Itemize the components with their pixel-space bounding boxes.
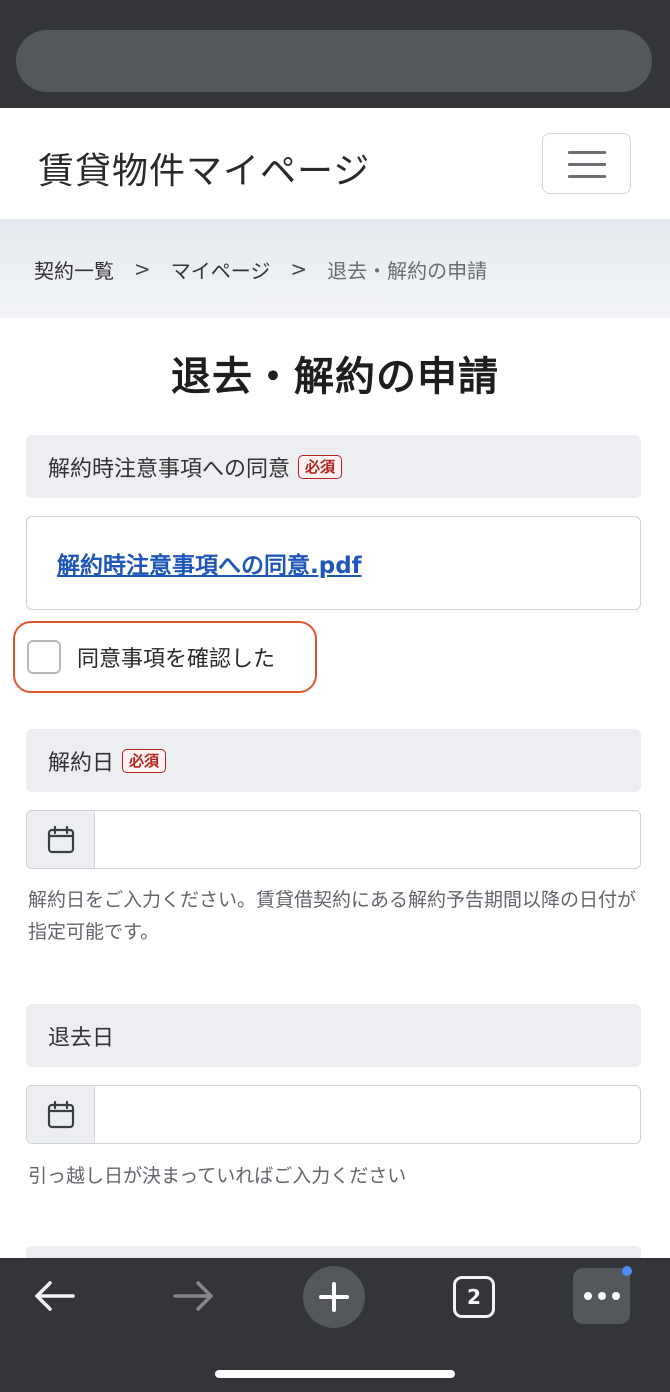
home-indicator[interactable] — [215, 1370, 455, 1378]
agreement-pdf-link[interactable]: 解約時注意事項への同意.pdf — [57, 546, 362, 580]
notification-dot — [622, 1266, 632, 1276]
breadcrumb-item-contract-list[interactable]: 契約一覧 — [34, 255, 114, 284]
breadcrumb-item-mypage[interactable]: マイページ — [171, 255, 271, 284]
hamburger-menu-button[interactable] — [542, 133, 631, 194]
back-arrow-icon — [35, 1281, 75, 1311]
cancel-date-section-label: 解約日 必須 — [26, 729, 641, 792]
move-out-date-input-group — [26, 1085, 641, 1144]
tab-switcher-button[interactable]: 2 — [453, 1276, 495, 1318]
agreement-pdf-box: 解約時注意事項への同意.pdf — [26, 516, 641, 610]
agreement-checkbox-label[interactable]: 同意事項を確認した — [77, 641, 275, 673]
forward-arrow-icon — [173, 1281, 213, 1311]
more-menu-icon — [583, 1292, 620, 1300]
back-button[interactable] — [26, 1274, 82, 1318]
more-menu-button[interactable] — [573, 1268, 630, 1324]
calendar-icon — [47, 825, 74, 853]
move-out-date-section-label: 退去日 — [26, 1004, 641, 1067]
breadcrumb: 契約一覧 > マイページ > 退去・解約の申請 — [0, 220, 670, 318]
agreement-label-text: 解約時注意事項への同意 — [48, 456, 291, 482]
agreement-checkbox-row[interactable]: 同意事項を確認した — [13, 621, 317, 693]
cancel-date-input[interactable] — [95, 811, 640, 868]
cancel-date-input-group — [26, 810, 641, 869]
cancel-date-help-text: 解約日をご入力ください。賃貸借契約にある解約予告期間以降の日付が指定可能です。 — [28, 889, 637, 943]
agreement-checkbox[interactable] — [27, 640, 61, 674]
agreement-section-label: 解約時注意事項への同意 必須 — [26, 435, 641, 498]
breadcrumb-separator: > — [134, 257, 151, 281]
move-out-date-label-text: 退去日 — [48, 1025, 115, 1051]
required-badge: 必須 — [122, 748, 167, 773]
page-title: 退去・解約の申請 — [171, 354, 499, 400]
required-badge: 必須 — [298, 454, 343, 479]
hamburger-menu-icon — [568, 163, 606, 166]
hamburger-menu-icon — [568, 151, 606, 154]
site-header: 賃貸物件マイページ — [0, 108, 670, 220]
browser-bottom-toolbar: 2 — [0, 1258, 670, 1392]
hamburger-menu-icon — [568, 175, 606, 178]
cancel-date-label-text: 解約日 — [48, 750, 115, 776]
site-title[interactable]: 賃貸物件マイページ — [38, 142, 370, 194]
calendar-addon[interactable] — [27, 811, 95, 868]
new-tab-plus-icon — [319, 1282, 349, 1312]
calendar-icon — [47, 1100, 74, 1128]
move-out-date-help-text: 引っ越し日が決まっていればご入力ください — [28, 1165, 407, 1187]
forward-button[interactable] — [166, 1274, 222, 1318]
breadcrumb-separator: > — [290, 257, 308, 281]
breadcrumb-current: 退去・解約の申請 — [327, 258, 488, 283]
move-out-date-input[interactable] — [95, 1086, 640, 1143]
new-tab-button[interactable] — [303, 1266, 365, 1328]
calendar-addon[interactable] — [27, 1086, 95, 1143]
url-bar[interactable] — [16, 30, 652, 92]
browser-top-bar — [0, 0, 670, 108]
